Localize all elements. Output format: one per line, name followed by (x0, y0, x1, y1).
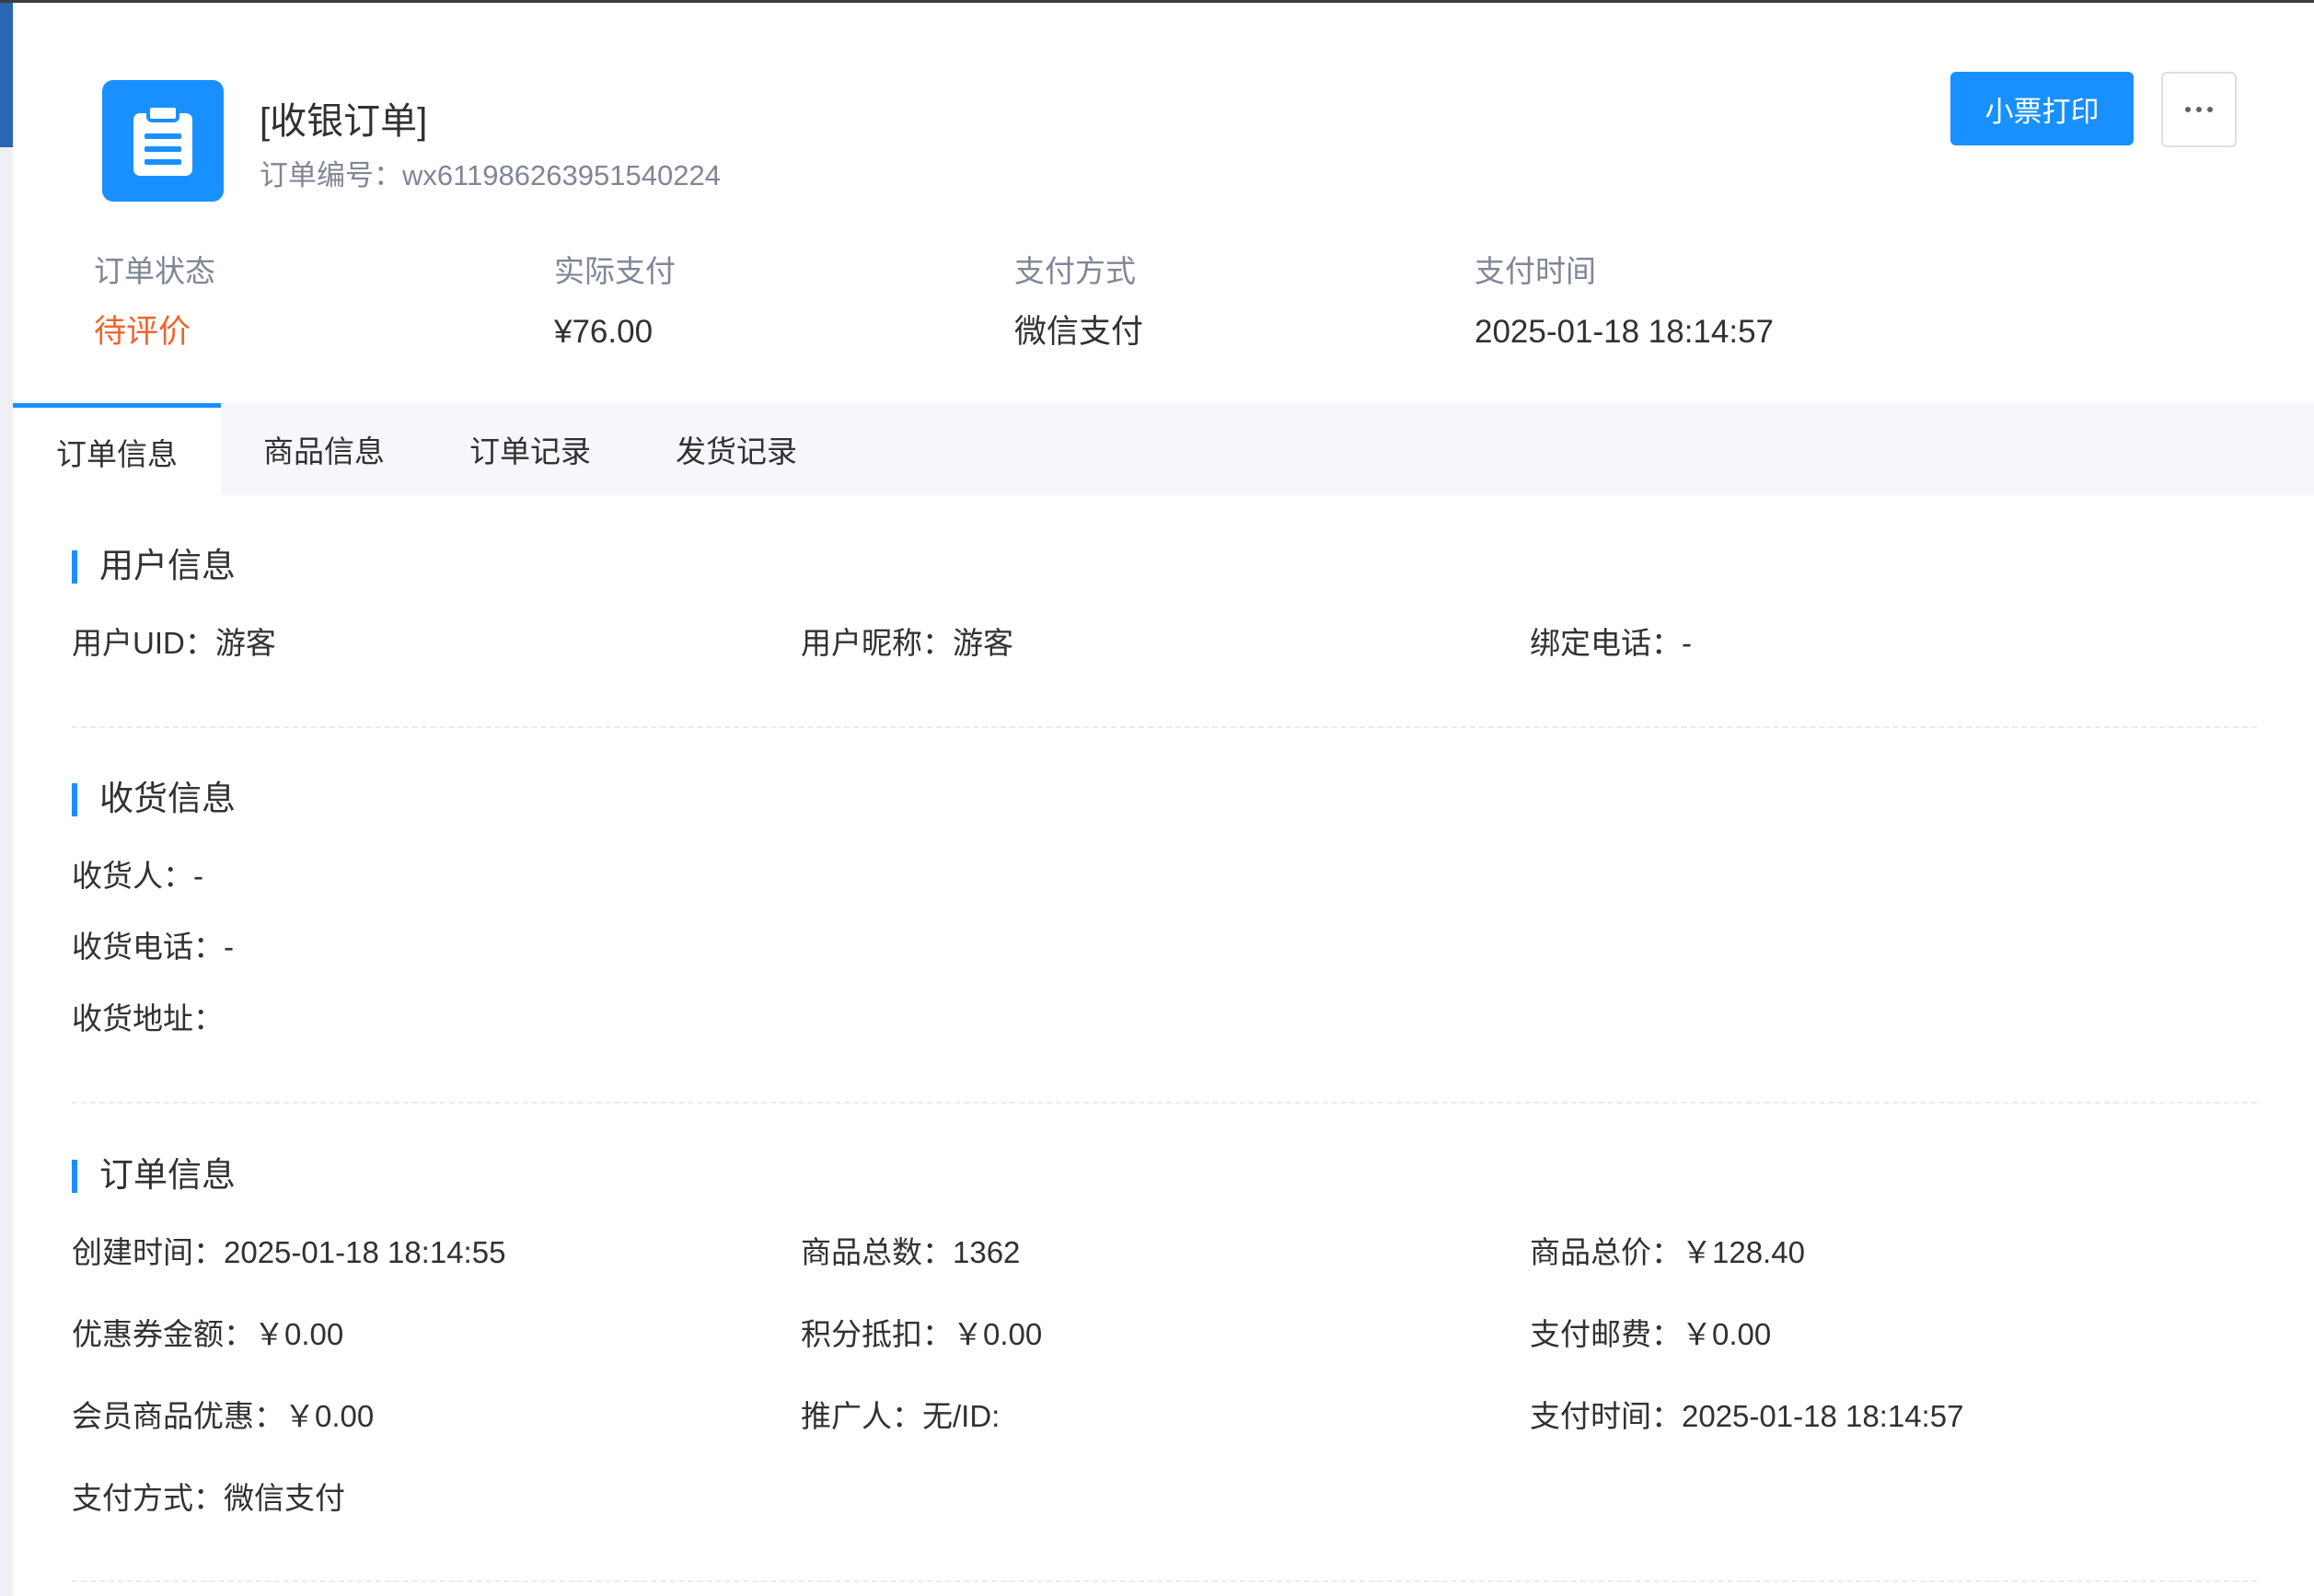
section-title-shipping-info: 收货信息 (72, 779, 236, 819)
background-header-edge (0, 0, 13, 147)
section-title-user-info: 用户信息 (72, 546, 236, 586)
summary-label: 实际支付 (554, 254, 676, 288)
divider (72, 1102, 2257, 1104)
payment-time-value: 2025-01-18 18:14:57 (1475, 314, 1774, 350)
print-receipt-button[interactable]: 小票打印 (1950, 72, 2134, 145)
summary-payment-method: 支付方式 微信支付 (1014, 251, 1143, 353)
goods-count: 商品总数：1362 (801, 1235, 1021, 1269)
order-number: 订单编号：wx611986263951540224 (260, 152, 721, 193)
user-phone: 绑定电话：- (1530, 626, 1692, 660)
user-uid: 用户UID：游客 (72, 626, 276, 660)
divider (72, 1580, 2257, 1582)
summary-label: 支付方式 (1014, 254, 1136, 288)
tab-order-info[interactable]: 订单信息 (13, 403, 221, 495)
divider (72, 726, 2257, 728)
receiver-address: 收货地址： (72, 1001, 224, 1035)
create-time: 创建时间：2025-01-18 18:14:55 (72, 1235, 506, 1269)
summary-actual-payment: 实际支付 ¥76.00 (554, 251, 676, 353)
order-title: [收银订单] (260, 101, 428, 142)
points-deduction: 积分抵扣：￥0.00 (801, 1317, 1043, 1351)
coupon-amount: 优惠券金额：￥0.00 (72, 1317, 344, 1351)
order-number-value: wx611986263951540224 (402, 159, 721, 191)
actual-payment-value: ¥76.00 (554, 314, 654, 350)
tab-bar: 订单信息 商品信息 订单记录 发货记录 (13, 403, 2314, 495)
payment-method-value: 微信支付 (1014, 314, 1144, 350)
background-page-edge (0, 0, 13, 1596)
order-status-value: 待评价 (94, 314, 191, 350)
goods-total-price: 商品总价：￥128.40 (1530, 1235, 1805, 1269)
summary-order-status: 订单状态 待评价 (94, 251, 215, 353)
summary-label: 订单状态 (94, 254, 215, 288)
ellipsis-icon (2185, 107, 2191, 112)
postage: 支付邮费：￥0.00 (1530, 1317, 1772, 1351)
summary-payment-time: 支付时间 2025-01-18 18:14:57 (1475, 251, 1774, 353)
order-detail-screen: [收银订单] 订单编号：wx611986263951540224 小票打印 订单… (0, 0, 2314, 1596)
tab-shipping-records[interactable]: 发货记录 (633, 403, 839, 495)
order-pay-method: 支付方式：微信支付 (72, 1481, 345, 1515)
clipboard-icon (133, 104, 192, 176)
order-logo (102, 80, 224, 202)
summary-label: 支付时间 (1475, 254, 1596, 288)
order-detail-drawer: [收银订单] 订单编号：wx611986263951540224 小票打印 订单… (13, 3, 2314, 1596)
section-title-order-info: 订单信息 (72, 1155, 236, 1196)
member-discount: 会员商品优惠：￥0.00 (72, 1399, 375, 1433)
tab-goods-info[interactable]: 商品信息 (221, 403, 427, 495)
user-nickname: 用户昵称：游客 (801, 626, 1013, 660)
ellipsis-dot (2196, 107, 2202, 112)
receiver-phone: 收货电话：- (72, 930, 234, 964)
ellipsis-dot (2207, 107, 2213, 112)
promoter: 推广人：无/ID: (801, 1399, 1001, 1433)
order-pay-time: 支付时间：2025-01-18 18:14:57 (1530, 1399, 1964, 1433)
more-button[interactable] (2161, 72, 2237, 147)
receiver-name: 收货人：- (72, 859, 203, 893)
tab-order-records[interactable]: 订单记录 (427, 403, 633, 495)
order-number-label: 订单编号： (260, 159, 402, 191)
